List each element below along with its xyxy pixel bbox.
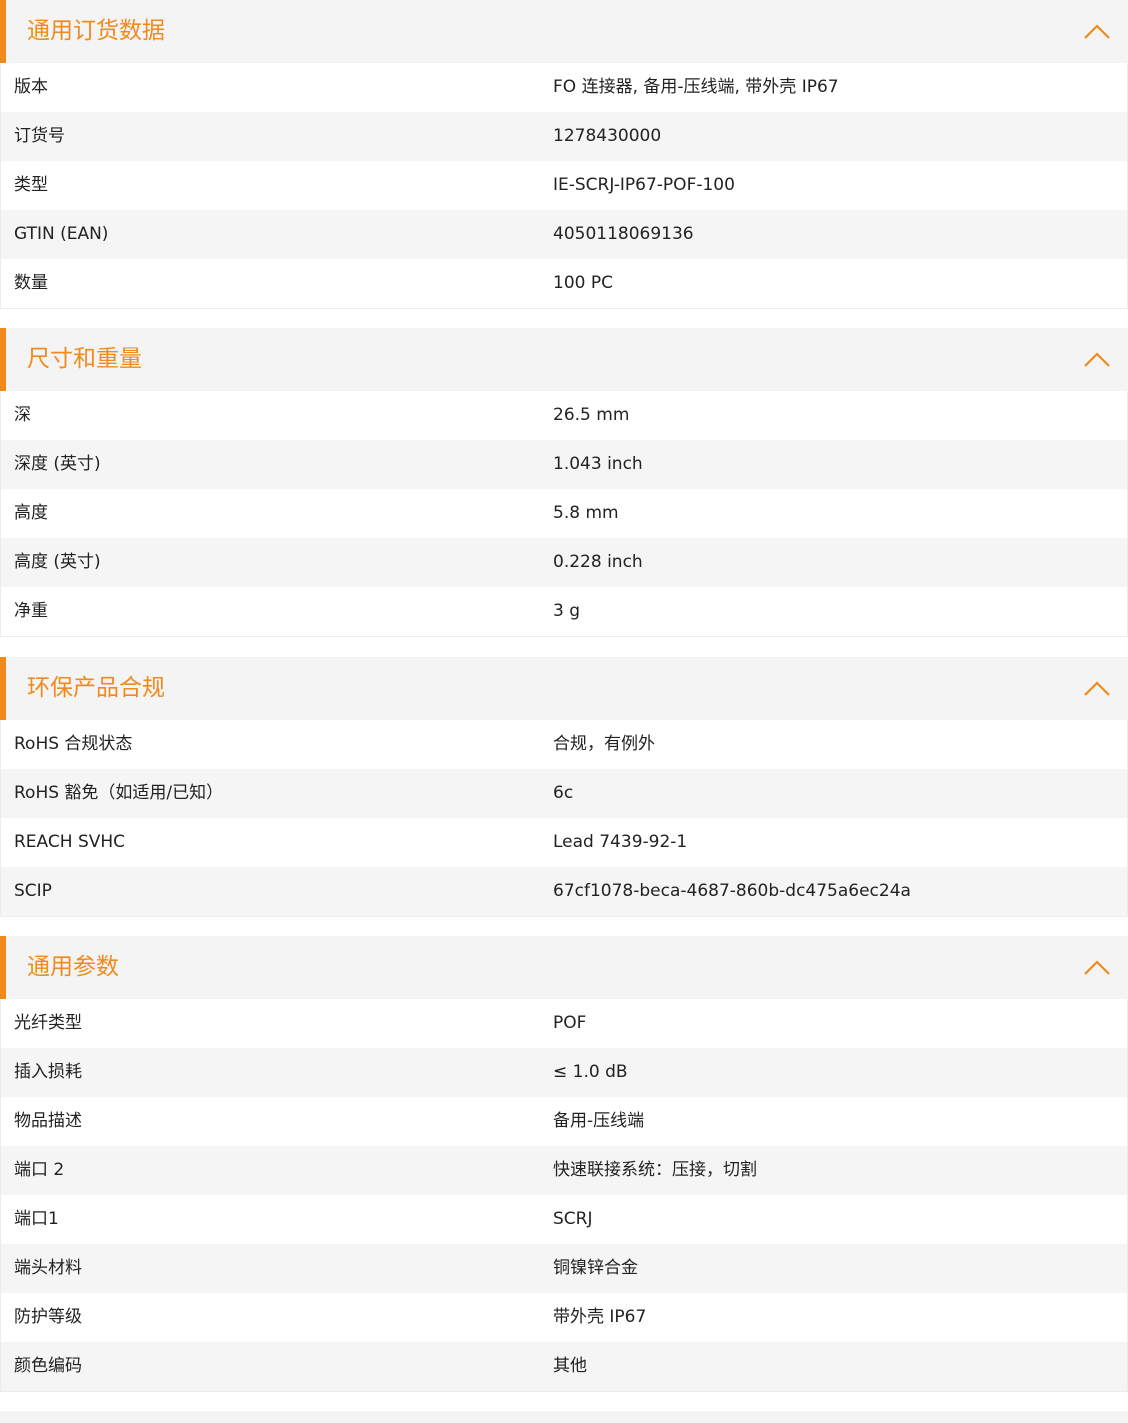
chevron-up-icon[interactable]: [1082, 954, 1112, 982]
row-label: 插入损耗: [14, 1062, 82, 1082]
spec-row-rohs-exemption: RoHS 豁免（如适用/已知） 6c: [1, 769, 1127, 818]
row-value: SCRJ: [553, 1209, 593, 1229]
section-general-parameters: 通用参数 光纤类型 POF 插入损耗 ≤ 1.0 dB 物品描述 备用-压线端 端口 …: [0, 936, 1128, 1395]
spec-row-protection-class: 防护等级 带外壳 IP67: [1, 1293, 1127, 1342]
accent-bar: [0, 328, 6, 391]
row-value: Lead 7439-92-1: [553, 832, 688, 852]
row-value: 1.043 inch: [553, 454, 643, 474]
spec-row-depth-inch: 深度 (英寸) 1.043 inch: [1, 440, 1127, 489]
spec-row-port-1: 端口1 SCRJ: [1, 1195, 1127, 1244]
spec-row-depth: 深 26.5 mm: [1, 391, 1127, 440]
spec-row-description: 物品描述 备用-压线端: [1, 1097, 1127, 1146]
row-value: 5.8 mm: [553, 503, 619, 523]
spec-row-rohs-status: RoHS 合规状态 合规，有例外: [1, 720, 1127, 769]
row-label: 光纤类型: [14, 1013, 82, 1033]
next-section-header-partial: [0, 1411, 1128, 1423]
row-value: 100 PC: [553, 273, 613, 293]
spec-row-height-inch: 高度 (英寸) 0.228 inch: [1, 538, 1127, 587]
row-label: 深: [14, 405, 31, 425]
row-label: 端口1: [14, 1209, 59, 1229]
spec-row-color-code: 颜色编码 其他: [1, 1342, 1127, 1391]
accent-bar: [0, 657, 6, 720]
spec-table: RoHS 合规状态 合规，有例外 RoHS 豁免（如适用/已知） 6c REACH …: [0, 720, 1128, 917]
section-title: 通用参数: [27, 954, 119, 980]
row-label: 类型: [14, 175, 48, 195]
spec-row-gtin: GTIN (EAN) 4050118069136: [1, 210, 1127, 259]
spec-table: 光纤类型 POF 插入损耗 ≤ 1.0 dB 物品描述 备用-压线端 端口 2 快速联接…: [0, 999, 1128, 1392]
row-value: IE-SCRJ-IP67-POF-100: [553, 175, 735, 195]
row-value: 67cf1078-beca-4687-860b-dc475a6ec24a: [553, 881, 911, 901]
row-value: 快速联接系统：压接，切割: [553, 1160, 757, 1180]
row-label: 版本: [14, 77, 48, 97]
row-value: ≤ 1.0 dB: [553, 1062, 628, 1082]
row-value: 铜镍锌合金: [553, 1258, 638, 1278]
spec-row-insertion-loss: 插入损耗 ≤ 1.0 dB: [1, 1048, 1127, 1097]
section-header[interactable]: 通用订货数据: [0, 0, 1128, 63]
row-label: RoHS 合规状态: [14, 734, 133, 754]
section-dimensions-weight: 尺寸和重量 深 26.5 mm 深度 (英寸) 1.043 inch 高度 5.8 m…: [0, 328, 1128, 638]
spec-row-port-2: 端口 2 快速联接系统：压接，切割: [1, 1146, 1127, 1195]
spec-row-fiber-type: 光纤类型 POF: [1, 999, 1127, 1048]
spec-row-ferrule-material: 端头材料 铜镍锌合金: [1, 1244, 1127, 1293]
row-value: 其他: [553, 1356, 587, 1376]
row-label: 端口 2: [14, 1160, 65, 1180]
row-label: 订货号: [14, 126, 65, 146]
chevron-up-icon[interactable]: [1082, 18, 1112, 46]
accent-bar: [0, 936, 6, 999]
accent-bar: [0, 0, 6, 63]
section-header[interactable]: 通用参数: [0, 936, 1128, 999]
spec-row-order-number: 订货号 1278430000: [1, 112, 1127, 161]
row-value: 3 g: [553, 601, 581, 621]
row-label: 端头材料: [14, 1258, 82, 1278]
section-title: 尺寸和重量: [27, 346, 142, 372]
row-label: 高度: [14, 503, 48, 523]
spec-table: 深 26.5 mm 深度 (英寸) 1.043 inch 高度 5.8 mm 高度 (…: [0, 391, 1128, 637]
row-label: REACH SVHC: [14, 832, 126, 852]
spec-row-type: 类型 IE-SCRJ-IP67-POF-100: [1, 161, 1127, 210]
row-value: 6c: [553, 783, 574, 803]
row-label: 物品描述: [14, 1111, 82, 1131]
row-value: 备用-压线端: [553, 1111, 645, 1131]
section-environmental-compliance: 环保产品合规 RoHS 合规状态 合规，有例外 RoHS 豁免（如适用/已知） 6c…: [0, 657, 1128, 918]
section-header[interactable]: 尺寸和重量: [0, 328, 1128, 391]
row-label: SCIP: [14, 881, 52, 901]
spec-row-version: 版本 FO 连接器, 备用-压线端, 带外壳 IP67: [1, 63, 1127, 112]
row-value: 26.5 mm: [553, 405, 630, 425]
row-value: 1278430000: [553, 126, 662, 146]
spec-table: 版本 FO 连接器, 备用-压线端, 带外壳 IP67 订货号 1278430000…: [0, 63, 1128, 309]
section-header[interactable]: 环保产品合规: [0, 657, 1128, 720]
row-value: 0.228 inch: [553, 552, 643, 572]
spec-row-scip: SCIP 67cf1078-beca-4687-860b-dc475a6ec24a: [1, 867, 1127, 916]
chevron-up-icon[interactable]: [1082, 675, 1112, 703]
row-value: 4050118069136: [553, 224, 694, 244]
row-label: 颜色编码: [14, 1356, 82, 1376]
spec-row-quantity: 数量 100 PC: [1, 259, 1127, 308]
row-value: 合规，有例外: [553, 734, 655, 754]
row-label: GTIN (EAN): [14, 224, 109, 244]
row-label: 防护等级: [14, 1307, 82, 1327]
chevron-up-icon[interactable]: [1082, 346, 1112, 374]
row-value: 带外壳 IP67: [553, 1307, 647, 1327]
section-general-ordering-data: 通用订货数据 版本 FO 连接器, 备用-压线端, 带外壳 IP67 订货号 127…: [0, 0, 1128, 310]
row-label: 深度 (英寸): [14, 454, 101, 474]
row-label: 净重: [14, 601, 48, 621]
section-title: 环保产品合规: [27, 675, 165, 701]
section-title: 通用订货数据: [27, 18, 165, 44]
spec-row-height: 高度 5.8 mm: [1, 489, 1127, 538]
spec-row-net-weight: 净重 3 g: [1, 587, 1127, 636]
spec-row-reach-svhc: REACH SVHC Lead 7439-92-1: [1, 818, 1127, 867]
row-value: POF: [553, 1013, 587, 1033]
row-value: FO 连接器, 备用-压线端, 带外壳 IP67: [553, 77, 839, 97]
row-label: 数量: [14, 273, 48, 293]
row-label: 高度 (英寸): [14, 552, 101, 572]
row-label: RoHS 豁免（如适用/已知）: [14, 783, 224, 803]
